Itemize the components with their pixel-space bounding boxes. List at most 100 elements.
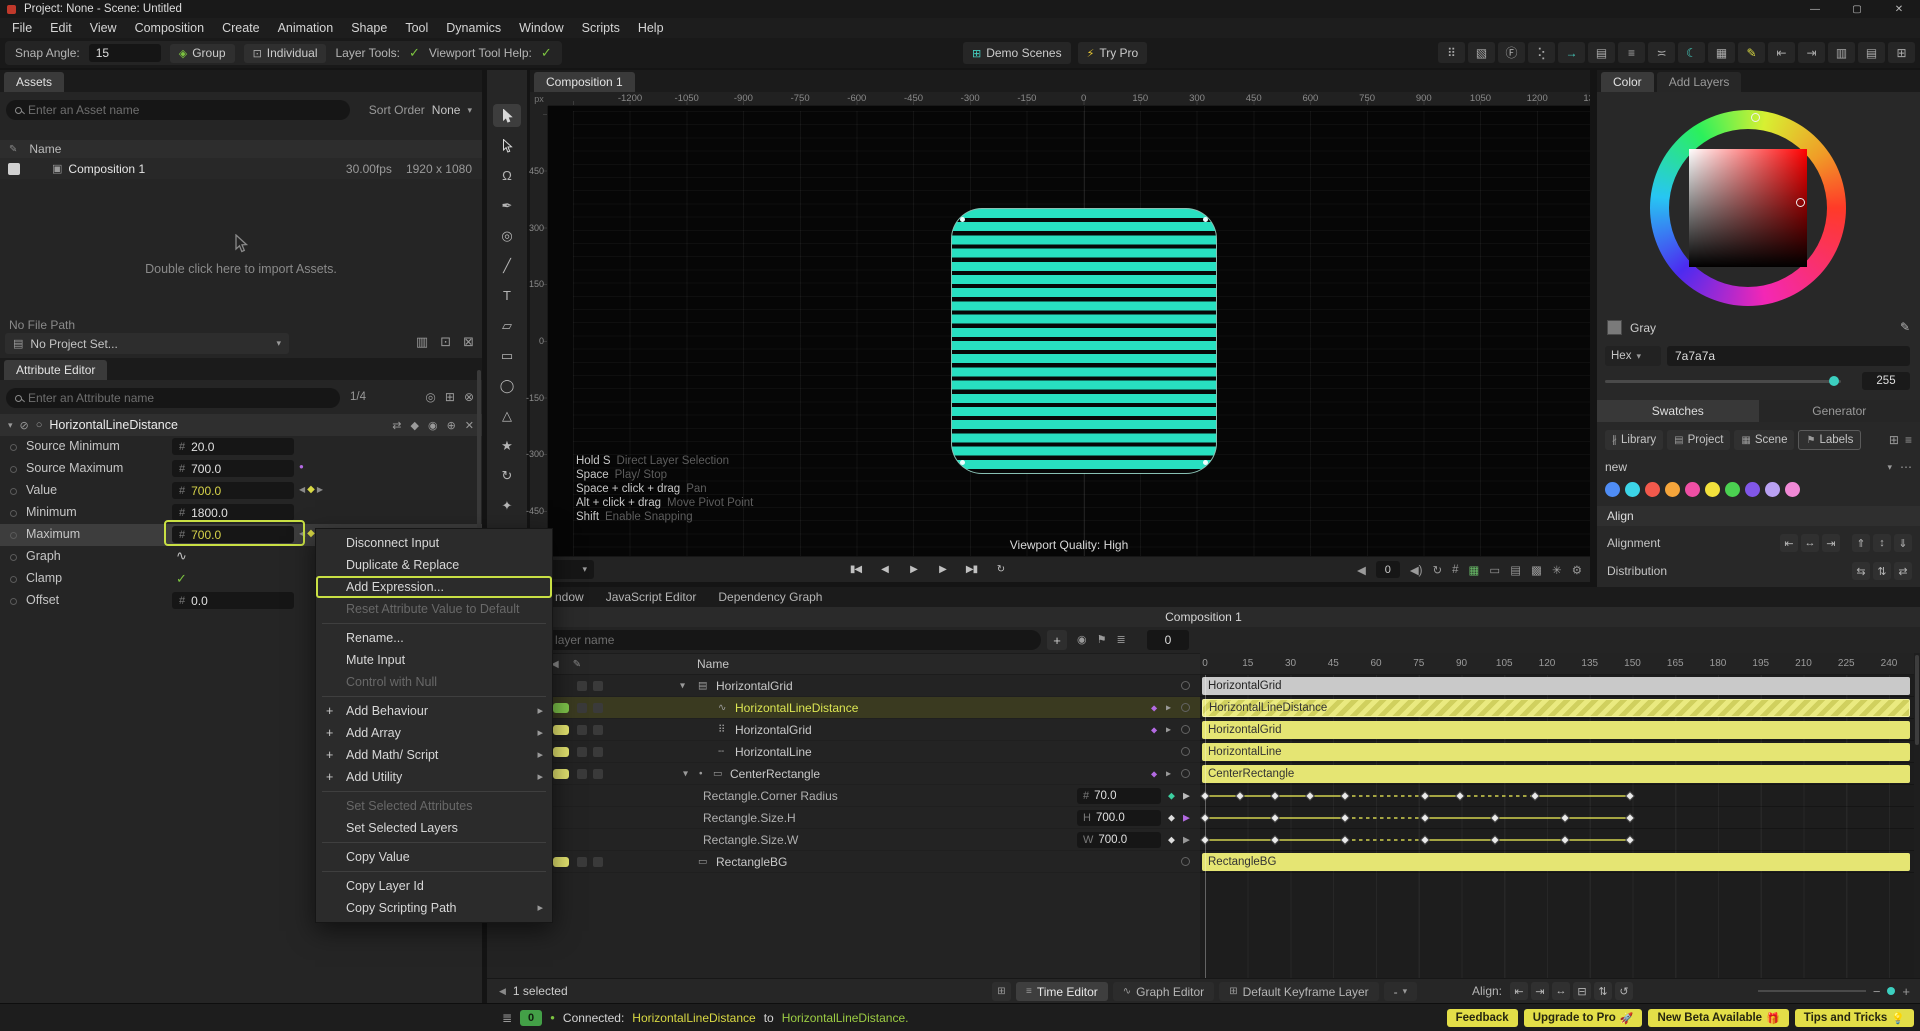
collapse-icon[interactable]: ▾ [8, 420, 13, 431]
grid-icon[interactable]: ⊞ [445, 390, 455, 404]
attr-row-value[interactable]: Value#700.0◀◆▶ [0, 480, 482, 502]
menu-item-rename[interactable]: Rename... [316, 627, 552, 649]
snapshot-icon[interactable]: ▤ [1510, 563, 1521, 577]
menu-view[interactable]: View [81, 18, 126, 38]
key-diamond-icon[interactable]: ◆ [307, 484, 315, 495]
tl-align-end-icon[interactable]: ⇥ [1531, 982, 1549, 1000]
graph-editor-button[interactable]: ∿ Graph Editor [1113, 982, 1214, 1001]
layer-row-rectangle-size-h[interactable]: Rectangle.Size.HH700.0◆▶ [487, 807, 1200, 829]
tab-generator[interactable]: Generator [1759, 400, 1920, 422]
enable-icon[interactable]: ⊘ [20, 419, 29, 432]
menu-dynamics[interactable]: Dynamics [437, 18, 510, 38]
playhead[interactable] [1205, 675, 1206, 978]
hue-marker[interactable] [1751, 113, 1760, 122]
layer-search-input[interactable] [513, 633, 1032, 647]
alpha-slider-handle[interactable] [1829, 376, 1839, 386]
mute-toggle[interactable] [577, 725, 587, 735]
layer-row-rectangle-corner-radius[interactable]: Rectangle.Corner Radius#70.0◆▶ [487, 785, 1200, 807]
frame-hold-box[interactable]: 0 [1376, 561, 1400, 578]
attr-value-field[interactable]: #1800.0 [172, 504, 294, 521]
menu-help[interactable]: Help [629, 18, 673, 38]
key-diamond-icon[interactable]: ◆ [1168, 834, 1175, 845]
key-next-icon[interactable]: ▶ [1183, 790, 1190, 801]
layer-color-chip[interactable] [553, 747, 569, 757]
keyframe-track[interactable] [1200, 829, 1914, 851]
layer-color-chip[interactable] [553, 769, 569, 779]
eyedropper-icon[interactable]: ✎ [1900, 320, 1910, 334]
layer-bar[interactable]: HorizontalGrid [1202, 677, 1910, 695]
attr-value-field[interactable]: #0.0 [172, 592, 294, 609]
menu-item-duplicate-replace[interactable]: Duplicate & Replace [316, 554, 552, 576]
distribute-h-icon[interactable]: ⇆ [1852, 562, 1870, 580]
cube-icon[interactable]: ▧ [1468, 42, 1495, 63]
snap-angle-input[interactable]: 15 [89, 44, 161, 62]
dock-button[interactable]: ⊞ [992, 982, 1011, 1001]
layer-bar[interactable]: HorizontalLineDistance [1202, 699, 1910, 717]
current-frame-field[interactable]: 0 [1147, 630, 1189, 650]
distribute-gap-icon[interactable]: ⇄ [1894, 562, 1912, 580]
select-tool[interactable] [493, 104, 521, 127]
attribute-node-header[interactable]: ▾ ⊘ ○ HorizontalLineDistance ⇄◆◉⊕✕ [0, 414, 482, 436]
expand-arrow-icon[interactable]: ▸ [1166, 768, 1171, 779]
name-column-header[interactable]: Name [697, 657, 729, 671]
filter-dropdown[interactable]: - ▾ [1384, 982, 1418, 1001]
console-icon[interactable]: ≣ [502, 1011, 512, 1025]
ellipse-tool[interactable]: ◯ [493, 374, 521, 397]
layer-bar[interactable]: HorizontalLine [1202, 743, 1910, 761]
dots-icon[interactable]: ≍ [1648, 42, 1675, 63]
keyframe-track[interactable] [1200, 807, 1914, 829]
frame-badge-icon[interactable]: Ⓕ [1498, 42, 1525, 63]
status-button-upgrade-to-pro[interactable]: Upgrade to Pro🚀 [1524, 1009, 1643, 1027]
layer-color-chip[interactable] [553, 703, 569, 713]
graph-curve-icon[interactable]: ∿ [176, 548, 187, 564]
timeline-grid[interactable]: 0153045607590105120135150165180195210225… [1200, 653, 1914, 978]
flow-arrow-icon[interactable]: → [1558, 42, 1585, 63]
layer-tools-check-icon[interactable]: ✓ [409, 45, 420, 61]
swatch-6[interactable] [1725, 482, 1740, 497]
layer-row-horizontalgrid[interactable]: ⠿HorizontalGrid◆▸ [487, 719, 1200, 741]
selection-handle[interactable] [1203, 217, 1208, 222]
direct-select-tool[interactable] [493, 134, 521, 157]
filter-icon[interactable]: ≣ [1116, 633, 1125, 646]
ball-icon[interactable]: ◉ [1077, 633, 1087, 646]
zoom-out-icon[interactable]: − [1873, 984, 1881, 999]
layer-row-horizontalgrid[interactable]: ▾▤HorizontalGrid [487, 675, 1200, 697]
layer-search-field[interactable] [491, 630, 1041, 650]
visibility-toggle[interactable] [593, 747, 603, 757]
solo-icon[interactable]: ○ [36, 419, 43, 431]
frame-tool[interactable]: ▱ [493, 314, 521, 337]
timeline-track-centerrectangle[interactable]: CenterRectangle [1200, 763, 1914, 785]
swatch-1[interactable] [1625, 482, 1640, 497]
tl-reset-icon[interactable]: ↺ [1615, 982, 1633, 1000]
layer-color-chip[interactable] [553, 725, 569, 735]
pen-icon[interactable]: ✎ [1738, 42, 1765, 63]
go-to-start-button[interactable]: ▮◀ [843, 559, 868, 580]
demo-scenes-button[interactable]: ⊞ Demo Scenes [963, 42, 1071, 64]
loop-button[interactable]: ↻ [988, 559, 1013, 580]
name-column-header[interactable]: Name [29, 142, 61, 156]
hex-mode-dropdown[interactable]: Hex ▾ [1605, 346, 1661, 366]
close-icon[interactable]: ✕ [465, 419, 474, 432]
expand-arrow-icon[interactable]: ▸ [1166, 724, 1171, 735]
menu-create[interactable]: Create [213, 18, 269, 38]
visibility-toggle[interactable] [593, 769, 603, 779]
menu-item-add-array[interactable]: +Add Array▸ [316, 722, 552, 744]
expand-icon[interactable]: ⊕ [447, 419, 456, 432]
visibility-toggle[interactable] [593, 857, 603, 867]
default-keyframe-layer-dropdown[interactable]: ⊞ Default Keyframe Layer [1219, 982, 1378, 1001]
step-back-button[interactable]: ◀ [872, 559, 897, 580]
tab-swatches[interactable]: Swatches [1597, 400, 1759, 422]
library-button-project[interactable]: ▤Project [1667, 430, 1730, 450]
minimize-button[interactable]: — [1794, 0, 1836, 18]
transparency-icon[interactable]: ▩ [1531, 563, 1542, 577]
swatch-8[interactable] [1765, 482, 1780, 497]
hex-value-field[interactable]: 7a7a7a [1667, 346, 1910, 366]
tl-fit-icon[interactable]: ↔ [1552, 982, 1570, 1000]
menu-item-mute-input[interactable]: Mute Input [316, 649, 552, 671]
layout-grid-icon[interactable]: ⊞ [1888, 42, 1915, 63]
menu-item-add-math-script[interactable]: +Add Math/ Script▸ [316, 744, 552, 766]
menu-item-add-expression[interactable]: Add Expression... [316, 576, 552, 598]
expand-arrow-icon[interactable]: ▸ [1166, 702, 1171, 713]
edit-column-icon[interactable]: ✎ [573, 659, 581, 670]
pen-tool[interactable]: ✒ [493, 194, 521, 217]
